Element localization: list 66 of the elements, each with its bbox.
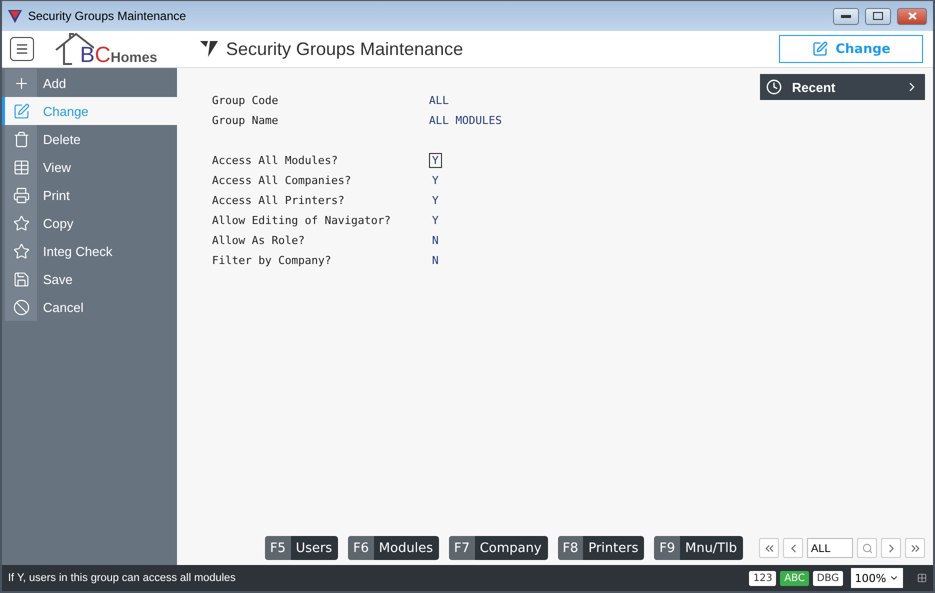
function-key-button[interactable]: F8 Printers bbox=[558, 536, 644, 560]
previous-button[interactable] bbox=[783, 538, 803, 558]
sidebar-item[interactable]: Cancel bbox=[2, 293, 177, 321]
field-value: ALL bbox=[429, 94, 449, 106]
minimize-button[interactable] bbox=[833, 8, 859, 24]
field-label: Filter by Company? bbox=[212, 254, 332, 266]
sidebar-item[interactable]: Delete bbox=[2, 125, 177, 153]
field-label: Group Name bbox=[212, 114, 280, 126]
mode-toggle[interactable]: 123 bbox=[749, 570, 776, 586]
save-icon bbox=[12, 270, 30, 288]
flag-field[interactable]: N bbox=[429, 252, 442, 268]
status-message: If Y, users in this group can access all modules bbox=[8, 572, 237, 584]
brand-mark-icon bbox=[200, 41, 218, 57]
delete-icon bbox=[12, 130, 30, 148]
function-key-button[interactable]: F6 Modules bbox=[348, 536, 439, 560]
zoom-select[interactable]: 100% bbox=[851, 568, 903, 588]
flag-field[interactable]: Y bbox=[429, 192, 442, 208]
star-icon bbox=[12, 242, 30, 260]
window-title: Security Groups Maintenance bbox=[28, 9, 188, 23]
search-field[interactable]: ALL bbox=[807, 538, 853, 558]
house-icon bbox=[54, 32, 94, 66]
sidebar-item[interactable]: Save bbox=[2, 265, 177, 293]
sidebar-item[interactable]: Print bbox=[2, 181, 177, 209]
page-title: Security Groups Maintenance bbox=[226, 38, 464, 60]
flag-field[interactable]: N bbox=[429, 232, 442, 248]
flag-field[interactable]: Y bbox=[429, 152, 442, 168]
flag-field[interactable]: Y bbox=[429, 212, 442, 228]
star-icon bbox=[12, 214, 30, 232]
first-button[interactable] bbox=[759, 538, 779, 558]
menu-icon bbox=[15, 42, 29, 56]
next-button[interactable] bbox=[881, 538, 901, 558]
mode-toggle[interactable]: DBG bbox=[812, 570, 843, 586]
last-button[interactable] bbox=[905, 538, 925, 558]
logo-word: Homes bbox=[110, 50, 158, 64]
recent-panel[interactable]: Recent bbox=[760, 74, 925, 100]
print-icon bbox=[12, 186, 30, 204]
search-icon bbox=[862, 542, 872, 554]
field-label: Access All Companies? bbox=[212, 174, 352, 186]
logo-letter: B bbox=[80, 44, 95, 66]
field-label: Allow Editing of Navigator? bbox=[212, 214, 392, 226]
change-icon bbox=[12, 102, 30, 120]
edit-icon bbox=[812, 41, 828, 57]
field-label: Access All Modules? bbox=[212, 154, 339, 166]
cancel-icon bbox=[12, 298, 30, 316]
function-key-button[interactable]: F7 Company bbox=[448, 536, 548, 560]
function-key-button[interactable]: F5 Users bbox=[265, 536, 338, 560]
sidebar-item[interactable]: View bbox=[2, 153, 177, 181]
grid-icon[interactable] bbox=[917, 573, 927, 583]
menu-button[interactable] bbox=[10, 37, 34, 61]
sidebar-item[interactable]: Add bbox=[2, 69, 177, 97]
app-logo-icon bbox=[8, 10, 22, 22]
field-label: Allow As Role? bbox=[212, 234, 306, 246]
field-value: ALL MODULES bbox=[429, 114, 502, 126]
flag-field[interactable]: Y bbox=[429, 172, 442, 188]
close-icon bbox=[908, 12, 916, 20]
clock-icon bbox=[766, 79, 782, 95]
field-label: Group Code bbox=[212, 94, 280, 106]
search-button[interactable] bbox=[857, 538, 877, 558]
maximize-button[interactable] bbox=[865, 8, 891, 24]
function-key-button[interactable]: F9 Mnu/Tlb bbox=[654, 536, 743, 560]
field-label: Access All Printers? bbox=[212, 194, 346, 206]
sidebar-item[interactable]: Integ Check bbox=[2, 237, 177, 265]
logo-letter: C bbox=[94, 44, 111, 66]
close-button[interactable] bbox=[897, 8, 927, 24]
sidebar-item[interactable]: Copy bbox=[2, 209, 177, 237]
view-icon bbox=[12, 158, 30, 176]
